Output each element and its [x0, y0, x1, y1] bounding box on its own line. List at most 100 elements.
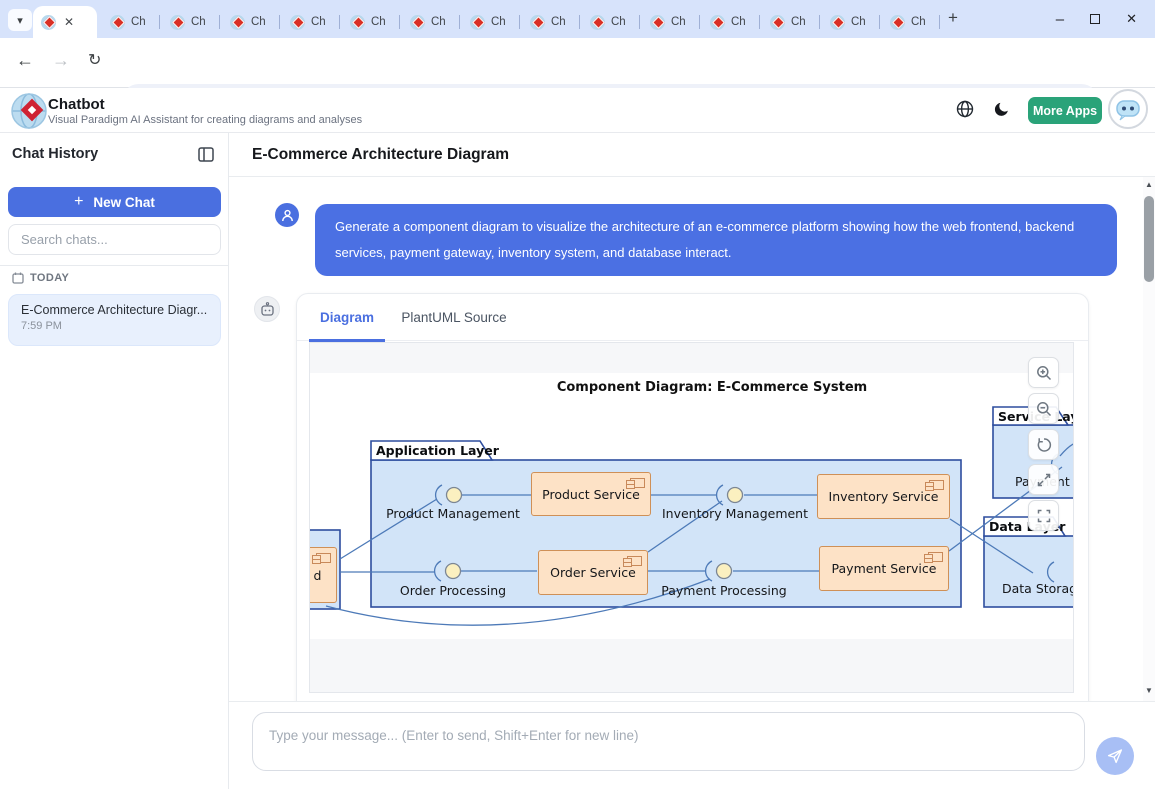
- component-label: Order Service: [550, 565, 636, 580]
- today-section-header: TODAY: [12, 272, 69, 284]
- today-label: TODAY: [30, 272, 69, 284]
- visual-paradigm-favicon: [110, 15, 125, 30]
- zoom-out-button[interactable]: [1028, 393, 1059, 424]
- chat-history-title: Chat History: [12, 146, 98, 162]
- tab-title: Ch: [371, 16, 386, 28]
- browser-tab[interactable]: Ch: [100, 6, 160, 38]
- tab-title: Ch: [911, 16, 926, 28]
- browser-tab[interactable]: Ch: [340, 6, 400, 38]
- close-window-icon[interactable]: ✕: [1126, 11, 1137, 27]
- back-icon[interactable]: ←: [16, 50, 34, 71]
- interface-inventory-management-label: Inventory Management: [650, 506, 820, 521]
- reload-icon[interactable]: ↻: [88, 50, 101, 70]
- plus-icon: +: [74, 193, 83, 211]
- active-tab[interactable]: ✕: [33, 6, 97, 38]
- browser-tab[interactable]: Ch: [700, 6, 760, 38]
- collapse-panel-icon[interactable]: [198, 147, 214, 162]
- component-icon: [928, 552, 943, 562]
- visual-paradigm-favicon: [890, 15, 905, 30]
- browser-tab[interactable]: Ch: [460, 6, 520, 38]
- interface-product-management-label: Product Management: [370, 506, 536, 521]
- browser-tab[interactable]: Ch: [580, 6, 640, 38]
- new-chat-button[interactable]: + New Chat: [8, 187, 221, 217]
- inactive-tabs: ChChChChChChChChChChChChChCh: [100, 6, 940, 38]
- expand-button[interactable]: [1028, 464, 1059, 495]
- visual-paradigm-favicon: [350, 15, 365, 30]
- tab-title: Ch: [671, 16, 686, 28]
- visual-paradigm-favicon: [530, 15, 545, 30]
- component-label: Payment Service: [832, 561, 937, 576]
- diagram-canvas[interactable]: Component Diagram: E-Commerce System App…: [309, 342, 1074, 693]
- calendar-icon: [12, 272, 24, 284]
- dark-mode-moon-icon[interactable]: [994, 101, 1010, 117]
- visual-paradigm-favicon: [710, 15, 725, 30]
- page-title: E-Commerce Architecture Diagram: [252, 146, 509, 164]
- visual-paradigm-favicon: [290, 15, 305, 30]
- chat-history-item[interactable]: E-Commerce Architecture Diagr... 7:59 PM: [8, 294, 221, 346]
- browser-window: ▾ ✕ ChChChChChChChChChChChChChCh + – ✕ ←…: [0, 0, 1155, 789]
- browser-tab[interactable]: Ch: [640, 6, 700, 38]
- app-title: Chatbot: [48, 96, 105, 113]
- chat-scroll-region[interactable]: Generate a component diagram to visualiz…: [229, 177, 1143, 702]
- more-apps-button[interactable]: More Apps: [1028, 97, 1102, 124]
- component-label: Inventory Service: [829, 489, 939, 504]
- search-chats-input[interactable]: [8, 224, 221, 255]
- tab-title: Ch: [311, 16, 326, 28]
- component-order-service: Order Service: [538, 550, 648, 595]
- tab-title: Ch: [191, 16, 206, 28]
- visual-paradigm-favicon: [41, 15, 56, 30]
- package-application-layer-label: Application Layer: [376, 443, 499, 458]
- app-header: Chatbot Visual Paradigm AI Assistant for…: [0, 88, 1155, 133]
- browser-tab[interactable]: Ch: [400, 6, 460, 38]
- browser-tab[interactable]: Ch: [880, 6, 940, 38]
- message-input[interactable]: [252, 712, 1085, 771]
- browser-tab[interactable]: Ch: [820, 6, 880, 38]
- user-message-bubble: Generate a component diagram to visualiz…: [315, 204, 1117, 276]
- interface-order-processing-label: Order Processing: [373, 583, 533, 598]
- reset-view-button[interactable]: [1028, 429, 1059, 460]
- new-tab-button[interactable]: +: [948, 8, 958, 28]
- new-chat-label: New Chat: [93, 195, 155, 210]
- scroll-down-arrow[interactable]: ▼: [1143, 686, 1155, 695]
- person-icon: [281, 209, 294, 222]
- send-button[interactable]: [1096, 737, 1134, 775]
- card-tab-bar: Diagram PlantUML Source: [297, 294, 1088, 341]
- visual-paradigm-logo: [10, 92, 48, 130]
- component-icon: [929, 480, 944, 490]
- browser-tab[interactable]: Ch: [160, 6, 220, 38]
- scroll-up-arrow[interactable]: ▲: [1143, 180, 1155, 189]
- interface-payment-processing-label: Payment Processing: [644, 583, 804, 598]
- maximize-icon[interactable]: [1090, 14, 1100, 24]
- browser-toolbar: ← → ↻ ai-toolbox.visual-paradigm.com/app…: [0, 38, 1155, 88]
- browser-tab[interactable]: Ch: [520, 6, 580, 38]
- sidebar: Chat History + New Chat TODAY E-Commerce…: [0, 133, 229, 789]
- browser-tab[interactable]: Ch: [760, 6, 820, 38]
- visual-paradigm-favicon: [230, 15, 245, 30]
- tab-title: Ch: [431, 16, 446, 28]
- language-globe-icon[interactable]: [956, 100, 974, 118]
- tab-title: Ch: [611, 16, 626, 28]
- minimize-icon[interactable]: –: [1056, 11, 1064, 28]
- tab-diagram[interactable]: Diagram: [309, 294, 385, 341]
- component-web-frontend-clipped: d: [309, 547, 337, 603]
- chatbot-badge-icon[interactable]: [1108, 89, 1148, 129]
- zoom-in-button[interactable]: [1028, 357, 1059, 388]
- visual-paradigm-favicon: [590, 15, 605, 30]
- tab-close-icon[interactable]: ✕: [64, 16, 74, 28]
- tab-search-button[interactable]: ▾: [8, 9, 32, 31]
- component-payment-service: Payment Service: [819, 546, 949, 591]
- diagram-title: Component Diagram: E-Commerce System: [542, 380, 882, 395]
- tab-title: Ch: [851, 16, 866, 28]
- fullscreen-button[interactable]: [1028, 500, 1059, 531]
- app-subtitle: Visual Paradigm AI Assistant for creatin…: [48, 114, 362, 126]
- page-scrollbar-thumb[interactable]: [1144, 196, 1154, 282]
- browser-tab[interactable]: Ch: [280, 6, 340, 38]
- tab-plantuml-source[interactable]: PlantUML Source: [399, 294, 509, 341]
- forward-icon[interactable]: →: [52, 50, 70, 71]
- browser-tab[interactable]: Ch: [220, 6, 280, 38]
- robot-icon: [260, 302, 275, 317]
- component-inventory-service: Inventory Service: [817, 474, 950, 519]
- visual-paradigm-favicon: [770, 15, 785, 30]
- composer-divider: [229, 701, 1155, 702]
- component-icon: [316, 553, 331, 563]
